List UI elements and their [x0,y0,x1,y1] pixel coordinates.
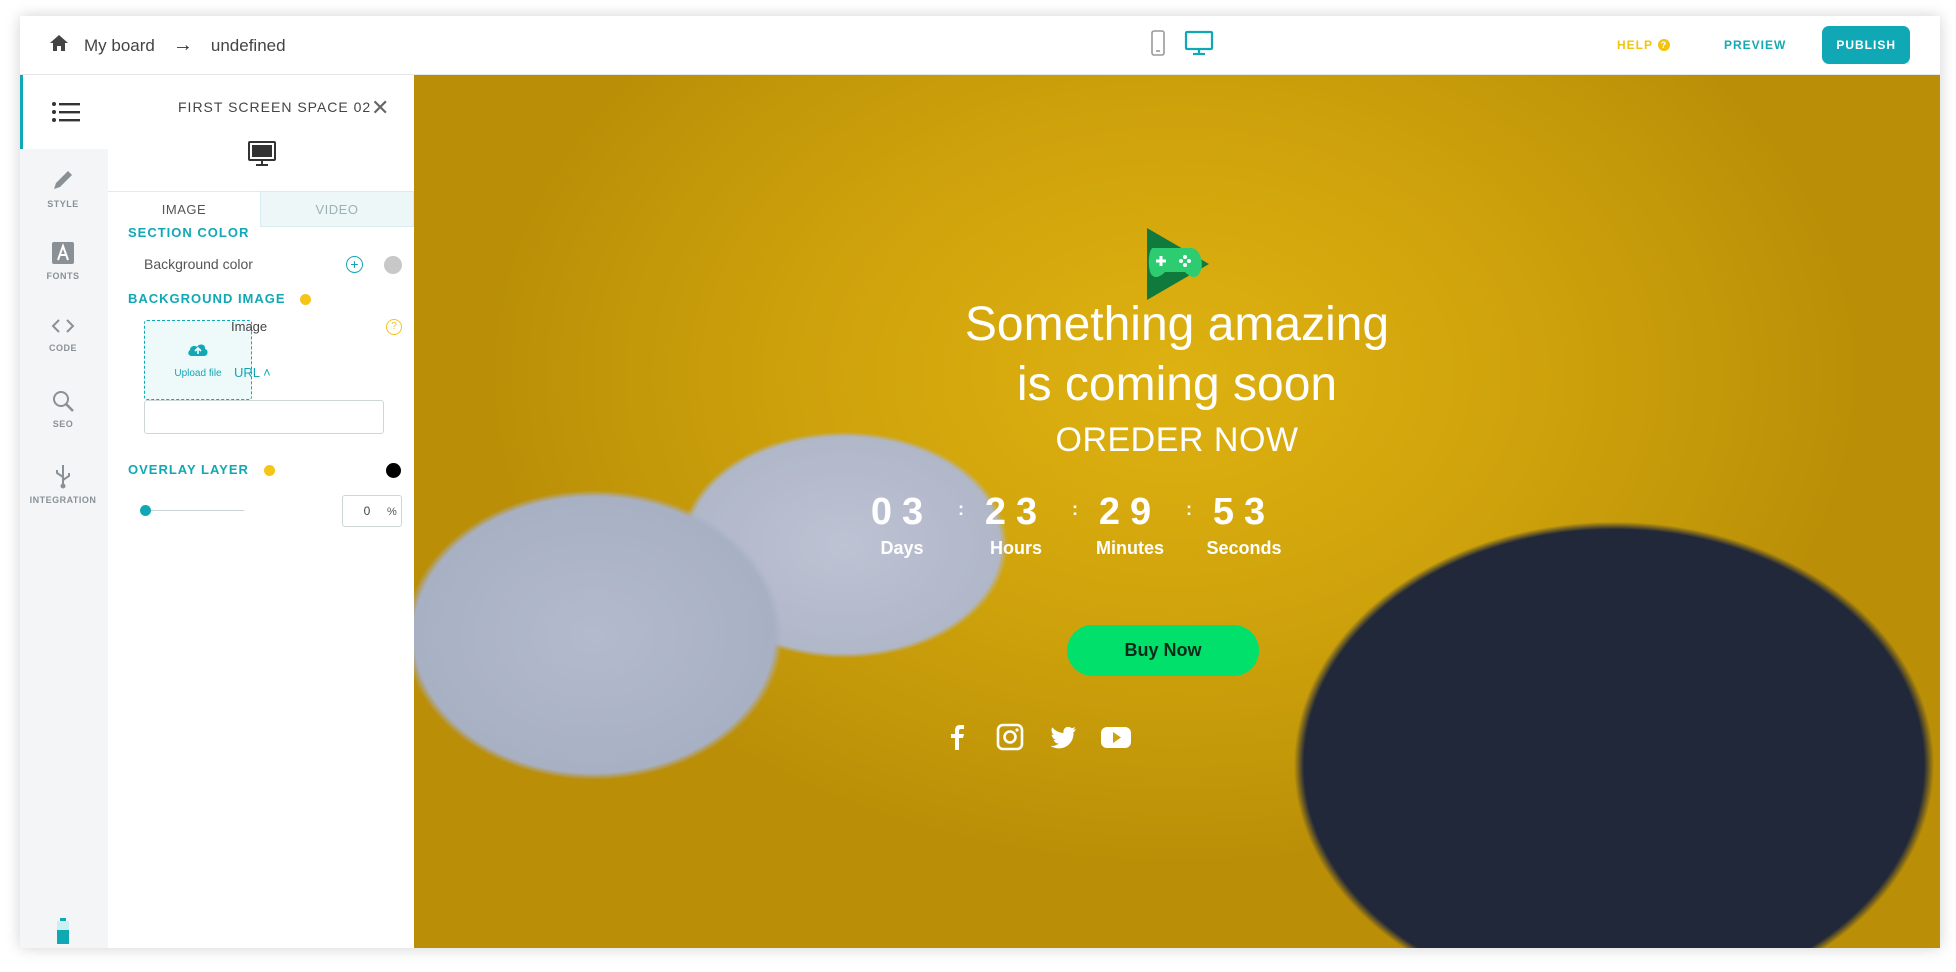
opacity-slider-handle[interactable] [140,505,151,516]
breadcrumb: My board → undefined [48,16,286,75]
rail-item-label: SEO [52,419,74,429]
top-bar: My board → undefined HELP ? PREVIEW PUBL… [20,16,1940,75]
font-icon [52,242,74,264]
info-icon[interactable] [300,294,312,306]
hero-title-line-1: Something amazing [964,298,1390,351]
countdown-label: Days [880,538,924,558]
countdown-days: 03 Days : [860,491,964,559]
breadcrumb-board[interactable]: My board [84,36,155,56]
rail-item-code[interactable]: CODE [20,315,106,353]
rail-item-label: INTEGRATION [29,495,97,505]
rail-item-label: STYLE [47,199,79,209]
cloud-upload-icon [188,344,208,356]
device-switcher [1150,30,1214,61]
countdown-separator: : [1186,499,1192,519]
twitter-icon[interactable] [1048,723,1076,751]
opacity-input[interactable] [357,504,377,518]
instagram-icon[interactable] [996,723,1024,751]
list-icon [51,102,80,122]
countdown-separator: : [1072,499,1078,519]
app-window: My board → undefined HELP ? PREVIEW PUBL… [20,16,1940,948]
image-label: Image [231,319,268,334]
rail-item-label: FONTS [46,271,80,281]
url-toggle[interactable]: URL ˄ [234,365,271,380]
background-image-heading: BACKGROUND IMAGE [128,291,312,306]
publish-button[interactable]: PUBLISH [1822,26,1910,64]
countdown-value: 29 [1098,491,1162,533]
search-icon [53,391,74,412]
background-image-label: BACKGROUND IMAGE [128,291,286,306]
help-icon: ? [1657,39,1670,51]
help-label: HELP [1616,38,1653,52]
countdown-minutes: 29 Minutes : [1088,491,1192,559]
hero-subtitle: OREDER NOW [1055,421,1299,459]
panel-title: FIRST SCREEN SPACE 02 [178,99,372,115]
hero-title-line-2: is coming soon [1016,358,1338,411]
countdown-separator: : [958,499,964,519]
desktop-icon [248,141,276,172]
desktop-device-icon[interactable] [1184,30,1214,61]
close-icon[interactable]: ✕ [371,95,389,121]
game-controller-logo-icon [1147,228,1209,300]
countdown-timer: 03 Days : 23 Hours : 29 Minutes : 53 Sec… [860,491,1286,559]
top-actions: HELP ? PREVIEW PUBLISH [1617,26,1910,64]
overlay-layer-heading: OVERLAY LAYER [128,462,275,477]
countdown-seconds: 53 Seconds [1202,491,1286,559]
add-color-button[interactable]: + [346,256,363,273]
url-input[interactable] [144,400,384,434]
mobile-device-icon[interactable] [1150,30,1166,61]
help-button[interactable]: HELP ? [1617,38,1670,52]
countdown-value: 03 [870,491,934,533]
pencil-icon [54,171,72,189]
sections-list-button[interactable] [20,75,108,149]
tab-image[interactable]: IMAGE [108,191,260,227]
opacity-slider-track[interactable] [144,510,244,511]
countdown-label: Hours [989,538,1042,558]
youtube-icon[interactable] [1100,723,1131,751]
rail-item-style[interactable]: STYLE [20,167,106,209]
media-tabs: IMAGE VIDEO [108,191,414,227]
code-icon [51,319,75,333]
preview-button[interactable]: PREVIEW [1724,38,1786,52]
countdown-label: Minutes [1095,538,1164,558]
opacity-field: % [342,495,402,527]
tool-rail: STYLE FONTS CODE SEO INTEGRATION [20,75,108,948]
usb-icon [56,465,70,489]
section-color-heading: SECTION COLOR [128,225,250,240]
breadcrumb-page[interactable]: undefined [211,36,286,56]
background-color-swatch[interactable] [384,256,402,274]
buy-now-button[interactable]: Buy Now [1067,625,1259,676]
home-icon[interactable] [48,33,70,58]
percent-label: % [387,506,397,518]
tab-video[interactable]: VIDEO [260,191,414,227]
help-icon[interactable]: ? [386,319,402,335]
overlay-color-swatch[interactable] [386,463,401,478]
breadcrumb-arrow-icon: → [172,34,193,56]
hero-title: Something amazing is coming soon [777,295,1577,415]
overlay-layer-label: OVERLAY LAYER [128,462,249,477]
info-icon[interactable] [263,465,275,477]
rail-item-integration[interactable]: INTEGRATION [20,463,106,505]
countdown-value: 53 [1212,491,1276,533]
countdown-hours: 23 Hours : [974,491,1078,559]
rail-item-label: CODE [48,343,77,353]
page-preview-canvas[interactable]: Something amazing is coming soon OREDER … [414,75,1940,948]
facebook-icon[interactable] [944,723,970,751]
battery-icon [57,918,69,944]
background-color-label: Background color [144,256,253,272]
countdown-value: 23 [984,491,1048,533]
rail-item-fonts[interactable]: FONTS [20,241,106,281]
countdown-label: Seconds [1206,538,1282,558]
social-links [944,723,1131,751]
settings-panel: FIRST SCREEN SPACE 02 ✕ IMAGE VIDEO SECT… [108,75,414,948]
rail-item-seo[interactable]: SEO [20,389,106,429]
